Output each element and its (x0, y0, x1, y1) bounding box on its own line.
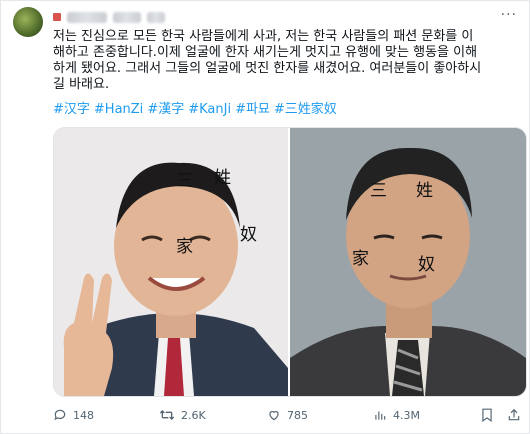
timestamp-blurred[interactable] (147, 11, 165, 23)
media-photo-left[interactable]: 三 姓 家 奴 (54, 128, 288, 396)
tweet-media[interactable]: 三 姓 家 奴 三 姓 家 奴 (53, 127, 527, 397)
reply-count: 148 (73, 408, 94, 422)
tweet-text-line: 길 바래요. (53, 77, 110, 92)
retweet-icon (159, 410, 175, 420)
hanja-char: 家 (176, 237, 193, 257)
views-count: 4.3M (393, 408, 420, 422)
hashtag-link[interactable]: #파묘 (235, 102, 270, 118)
tweet-header (53, 9, 165, 25)
hashtag-link[interactable]: #KanJi (188, 102, 231, 118)
hashtag-link[interactable]: #汉字 (53, 102, 90, 118)
hashtag-link[interactable]: #三姓家奴 (274, 102, 337, 118)
tweet-actions: 148 2.6K 785 4.3M (53, 406, 523, 424)
hanja-char: 姓 (416, 181, 433, 201)
tweet-text: 저는 진심으로 모든 한국 사람들에게 사과, 저는 한국 사람들의 패션 문화… (53, 29, 513, 93)
views-button[interactable]: 4.3M (373, 408, 420, 422)
views-chart-icon (375, 411, 386, 420)
bookmark-icon (482, 408, 492, 422)
hanja-char: 奴 (418, 255, 435, 275)
share-icon (508, 408, 520, 421)
media-photo-right[interactable]: 三 姓 家 奴 (290, 128, 526, 396)
retweet-count: 2.6K (181, 408, 206, 422)
like-button[interactable]: 785 (267, 408, 308, 422)
hashtag-list: #汉字 #HanZi #漢字 #KanJi #파묘 #三姓家奴 (53, 102, 337, 118)
hanja-char: 家 (352, 249, 369, 269)
hashtag-link[interactable]: #漢字 (147, 102, 184, 118)
handle-blurred[interactable] (113, 11, 141, 23)
tweet-text-line: 해하고 존중합니다.이제 얼굴에 한자 새기는게 멋지고 유행에 맞는 행동을 … (53, 45, 478, 60)
hashtag-link[interactable]: #HanZi (94, 102, 143, 118)
portrait-right-illustration (290, 128, 526, 396)
hanja-char: 姓 (214, 168, 231, 188)
hanja-char: 三 (370, 181, 387, 201)
hanja-char: 三 (176, 171, 193, 191)
reply-button[interactable]: 148 (53, 408, 94, 422)
share-button[interactable] (507, 408, 521, 422)
more-options-icon[interactable]: ··· (501, 7, 517, 23)
tweet-text-line: 저는 진심으로 모든 한국 사람들에게 사과, 저는 한국 사람들의 패션 문화… (53, 29, 474, 44)
bookmark-button[interactable] (481, 408, 493, 422)
avatar[interactable] (13, 7, 43, 37)
reply-icon (54, 409, 66, 421)
retweet-button[interactable]: 2.6K (159, 408, 206, 422)
like-count: 785 (287, 408, 308, 422)
portrait-left-illustration (54, 128, 288, 396)
hanja-char: 奴 (240, 225, 257, 245)
tweet-card[interactable]: ··· 저는 진심으로 모든 한국 사람들에게 사과, 저는 한국 사람들의 패… (0, 0, 530, 434)
tweet-text-line: 하게 됐어요. 그래서 그들의 얼굴에 멋진 한자를 새겼어요. 여러분들이 좋… (53, 61, 482, 76)
heart-icon (269, 411, 279, 421)
display-name-blurred[interactable] (67, 11, 107, 23)
flag-icon (53, 13, 61, 21)
